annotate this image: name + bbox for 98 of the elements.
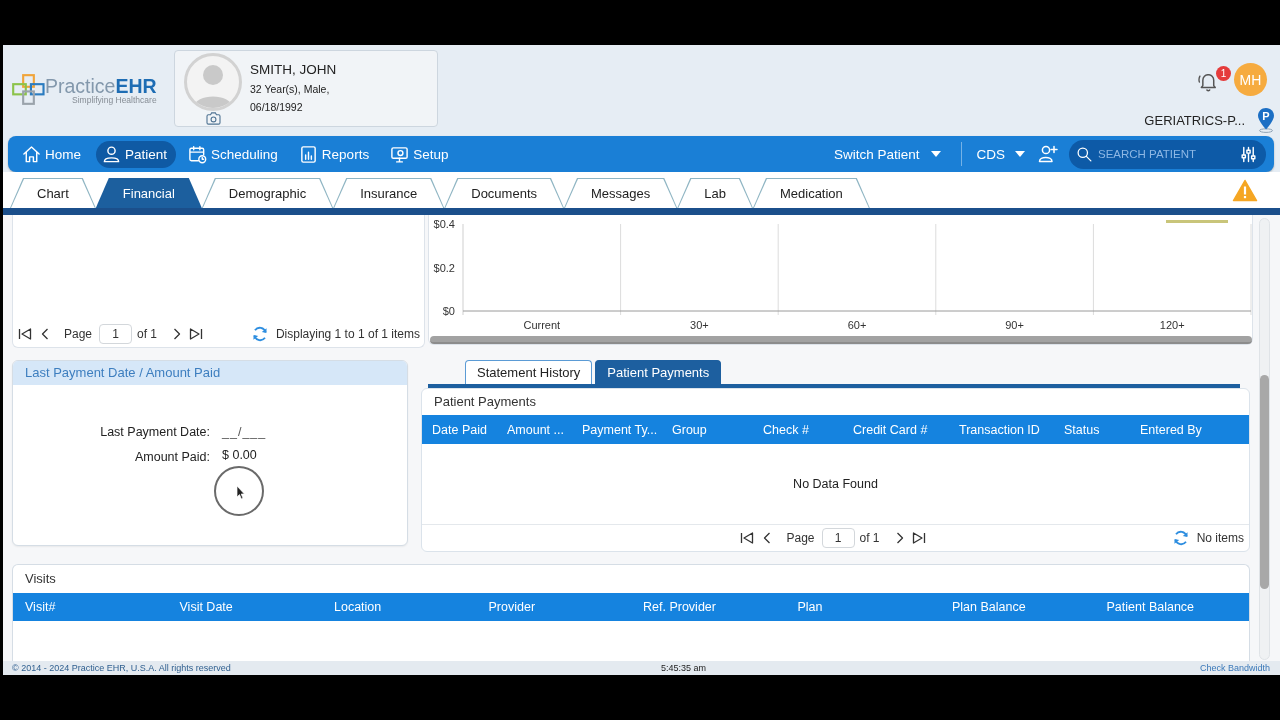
caret-icon	[1015, 151, 1025, 157]
refresh-icon[interactable]	[1172, 530, 1189, 546]
calendar-clock-icon	[188, 144, 208, 164]
panel-title: Patient Payments	[433, 393, 537, 411]
tab[interactable]: Chart	[10, 178, 96, 208]
column-header[interactable]: Plan	[797, 600, 952, 614]
tab[interactable]: Lab	[677, 178, 753, 208]
y-axis-label: $0.2	[433, 261, 455, 274]
logo-tagline: Simplifying Healthcare	[72, 94, 157, 105]
avatar-placeholder	[184, 53, 242, 111]
sub-tab[interactable]: Patient Payments	[595, 360, 722, 384]
camera-icon[interactable]	[205, 112, 221, 125]
add-user-icon[interactable]	[1038, 144, 1058, 164]
refresh-icon[interactable]	[251, 326, 268, 342]
nav-button[interactable]: Patient	[96, 140, 177, 168]
logo-wordmark: PracticeEHR	[45, 74, 157, 97]
field-label: Last Payment Date:	[99, 424, 210, 440]
tab[interactable]: Messages	[564, 178, 678, 208]
column-header[interactable]: Credit Card #	[853, 422, 959, 437]
notification-count: 1	[1216, 66, 1231, 81]
copyright-text: © 2014 - 2024 Practice EHR, U.S.A. All rights reserved	[12, 663, 232, 673]
page-number-field[interactable]: 1	[99, 324, 133, 344]
nav-button[interactable]: Reports	[292, 140, 379, 168]
x-axis-label: 90+	[1005, 319, 1024, 331]
column-header[interactable]: Payment Ty...	[582, 422, 672, 437]
practice-name[interactable]: GERIATRICS-P...	[1144, 112, 1245, 128]
check-bandwidth-link[interactable]: Check Bandwidth	[1199, 663, 1270, 673]
column-header[interactable]: Date Paid	[422, 422, 507, 437]
cds-button[interactable]: CDS	[976, 146, 1025, 162]
tab[interactable]: Financial	[95, 178, 202, 208]
column-header[interactable]: Group	[672, 422, 763, 437]
patient-summary: 32 Year(s), Male,	[250, 82, 331, 97]
column-header[interactable]: Status	[1064, 422, 1140, 437]
x-axis-label: Current	[523, 319, 561, 331]
last-page-icon[interactable]	[911, 531, 926, 545]
previous-page-icon[interactable]	[763, 532, 772, 544]
next-page-icon[interactable]	[173, 328, 182, 340]
column-header[interactable]: Plan Balance	[952, 600, 1107, 614]
tab[interactable]: Medication	[752, 178, 870, 208]
page-label: Page	[64, 327, 93, 341]
pager-summary: No items	[1196, 531, 1244, 545]
field-label: Amount Paid:	[133, 449, 210, 465]
nav-button[interactable]: Setup	[384, 140, 458, 168]
first-page-icon[interactable]	[18, 327, 32, 341]
empty-message: No Data Found	[793, 477, 878, 491]
field-value: __/___	[222, 424, 267, 440]
y-axis-label: $0	[442, 305, 455, 317]
page-label: Page	[786, 531, 815, 545]
panel-title: Visits	[24, 570, 57, 588]
last-page-icon[interactable]	[189, 327, 204, 341]
patient-name: SMITH, JOHN	[250, 61, 337, 79]
mouse-pointer-icon	[213, 465, 265, 517]
tab[interactable]: Insurance	[333, 178, 445, 208]
page-count: of 1	[859, 531, 880, 545]
monitor-icon	[390, 144, 410, 164]
column-header[interactable]: Check #	[763, 422, 853, 437]
field-value: $ 0.00	[222, 447, 257, 464]
previous-page-icon[interactable]	[41, 328, 49, 340]
clock-time: 5:45:35 am	[661, 663, 707, 673]
nav-button[interactable]: Home	[16, 140, 90, 168]
column-header[interactable]: Visit Date	[179, 600, 334, 614]
page-number-field[interactable]: 1	[821, 528, 855, 548]
column-header[interactable]: Visit#	[25, 600, 180, 614]
column-header[interactable]: Ref. Provider	[643, 600, 798, 614]
search-bar[interactable]: SEARCH PATIENT	[1069, 139, 1266, 169]
column-header[interactable]: Amount ...	[507, 422, 582, 437]
column-header[interactable]: Provider	[488, 600, 643, 614]
y-axis-label: $0.4	[433, 218, 455, 230]
column-header[interactable]: Patient Balance	[1106, 600, 1249, 614]
x-axis-label: 30+	[690, 319, 709, 331]
first-page-icon[interactable]	[740, 531, 755, 545]
panel-title: Last Payment Date / Amount Paid	[13, 361, 407, 385]
user-icon	[102, 144, 121, 164]
search-input[interactable]: SEARCH PATIENT	[1098, 148, 1235, 160]
tab[interactable]: Documents	[444, 178, 564, 208]
home-icon	[22, 144, 41, 164]
vertical-scrollbar[interactable]	[1259, 218, 1270, 660]
column-header[interactable]: Entered By	[1140, 422, 1249, 437]
column-header[interactable]: Transaction ID	[959, 422, 1064, 437]
sliders-icon[interactable]	[1240, 145, 1257, 163]
caret-icon	[931, 151, 942, 157]
logo-cross-icon	[12, 74, 45, 105]
sub-tab[interactable]: Statement History	[465, 360, 593, 384]
page-count: of 1	[137, 327, 158, 341]
tab[interactable]: Demographic	[201, 178, 334, 208]
switch-patient-button[interactable]: Switch Patient	[833, 146, 942, 162]
x-axis-label: 60+	[847, 319, 867, 331]
horizontal-scrollbar[interactable]	[430, 336, 1252, 344]
x-axis-label: 120+	[1159, 319, 1185, 331]
column-header[interactable]: Location	[334, 600, 489, 614]
search-icon[interactable]	[1076, 145, 1093, 163]
bar-chart-icon	[298, 144, 318, 164]
next-page-icon[interactable]	[895, 532, 904, 544]
patient-birth-date: 06/18/1992	[250, 100, 304, 115]
nav-button[interactable]: Scheduling	[182, 140, 287, 168]
bell-icon[interactable]	[1198, 73, 1216, 92]
pager-summary: Displaying 1 to 1 of 1 items	[275, 327, 420, 341]
location-pin-button[interactable]: P	[1257, 107, 1275, 133]
